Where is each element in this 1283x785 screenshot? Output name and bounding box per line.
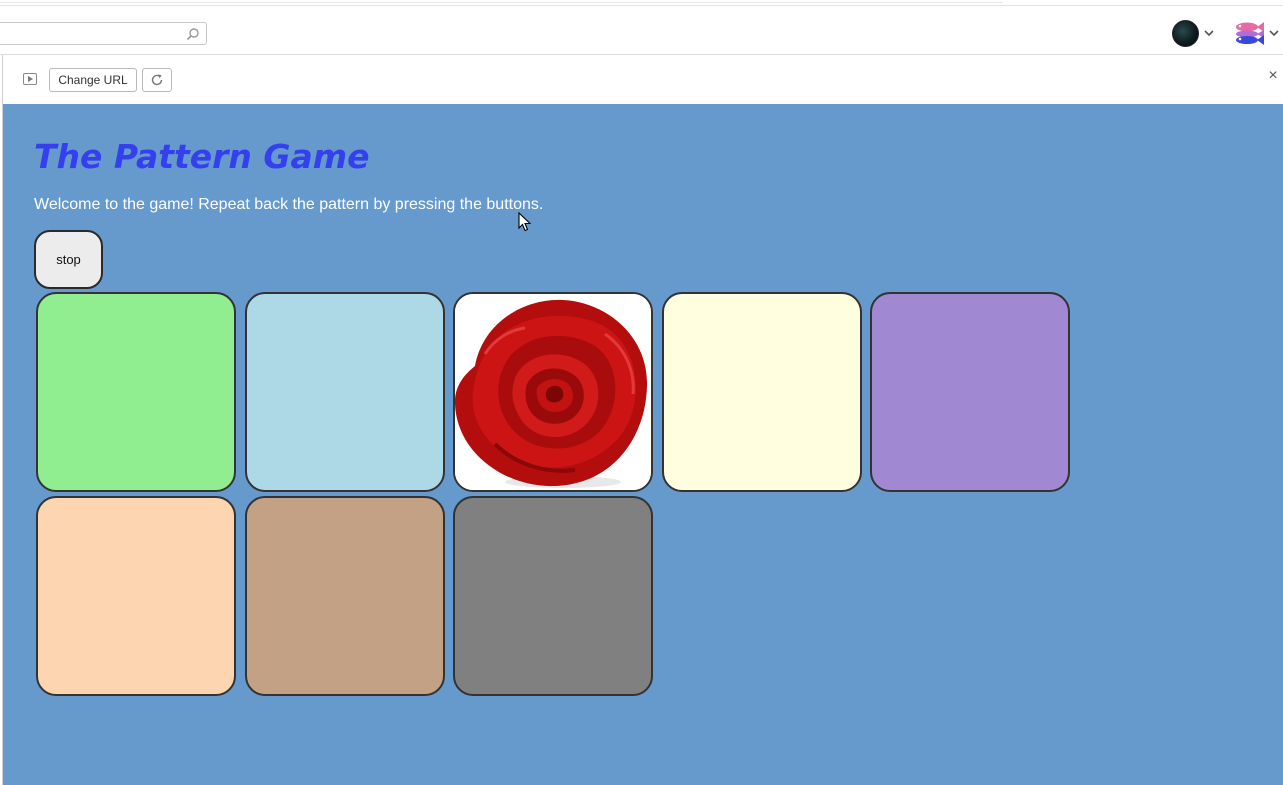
pattern-button-7[interactable] xyxy=(245,496,445,696)
pattern-button-4[interactable] xyxy=(662,292,862,492)
change-url-button[interactable]: Change URL xyxy=(49,68,137,92)
page-title: The Pattern Game xyxy=(34,137,370,176)
chevron-down-icon[interactable] xyxy=(1268,27,1280,39)
profile-menu[interactable] xyxy=(1232,18,1280,48)
game-description: Welcome to the game! Repeat back the pat… xyxy=(34,196,544,213)
play-icon[interactable] xyxy=(23,73,37,85)
search-field[interactable] xyxy=(0,22,207,45)
red-rose-image xyxy=(455,294,651,490)
browser-top-bar xyxy=(0,0,1283,55)
pattern-button-5[interactable] xyxy=(870,292,1070,492)
close-icon[interactable]: × xyxy=(1266,68,1280,84)
stop-button[interactable]: stop xyxy=(34,230,103,289)
pattern-button-6[interactable] xyxy=(36,496,236,696)
top-divider-line xyxy=(0,5,1283,6)
fish-avatar-icon[interactable] xyxy=(1232,20,1266,46)
refresh-button[interactable] xyxy=(142,68,172,92)
avatar[interactable] xyxy=(1172,19,1199,47)
top-divider xyxy=(0,0,1003,3)
preview-toolbar: Change URL × xyxy=(2,55,1283,104)
refresh-icon xyxy=(151,74,163,86)
pattern-button-3[interactable] xyxy=(453,292,653,492)
search-input[interactable] xyxy=(0,23,177,44)
pattern-button-2[interactable] xyxy=(245,292,445,492)
chevron-down-icon[interactable] xyxy=(1203,27,1215,39)
account-menu[interactable] xyxy=(1172,18,1215,48)
pattern-button-1[interactable] xyxy=(36,292,236,492)
pattern-button-8[interactable] xyxy=(453,496,653,696)
game-stage: The Pattern Game Welcome to the game! Re… xyxy=(2,104,1283,785)
search-icon[interactable] xyxy=(186,27,200,41)
